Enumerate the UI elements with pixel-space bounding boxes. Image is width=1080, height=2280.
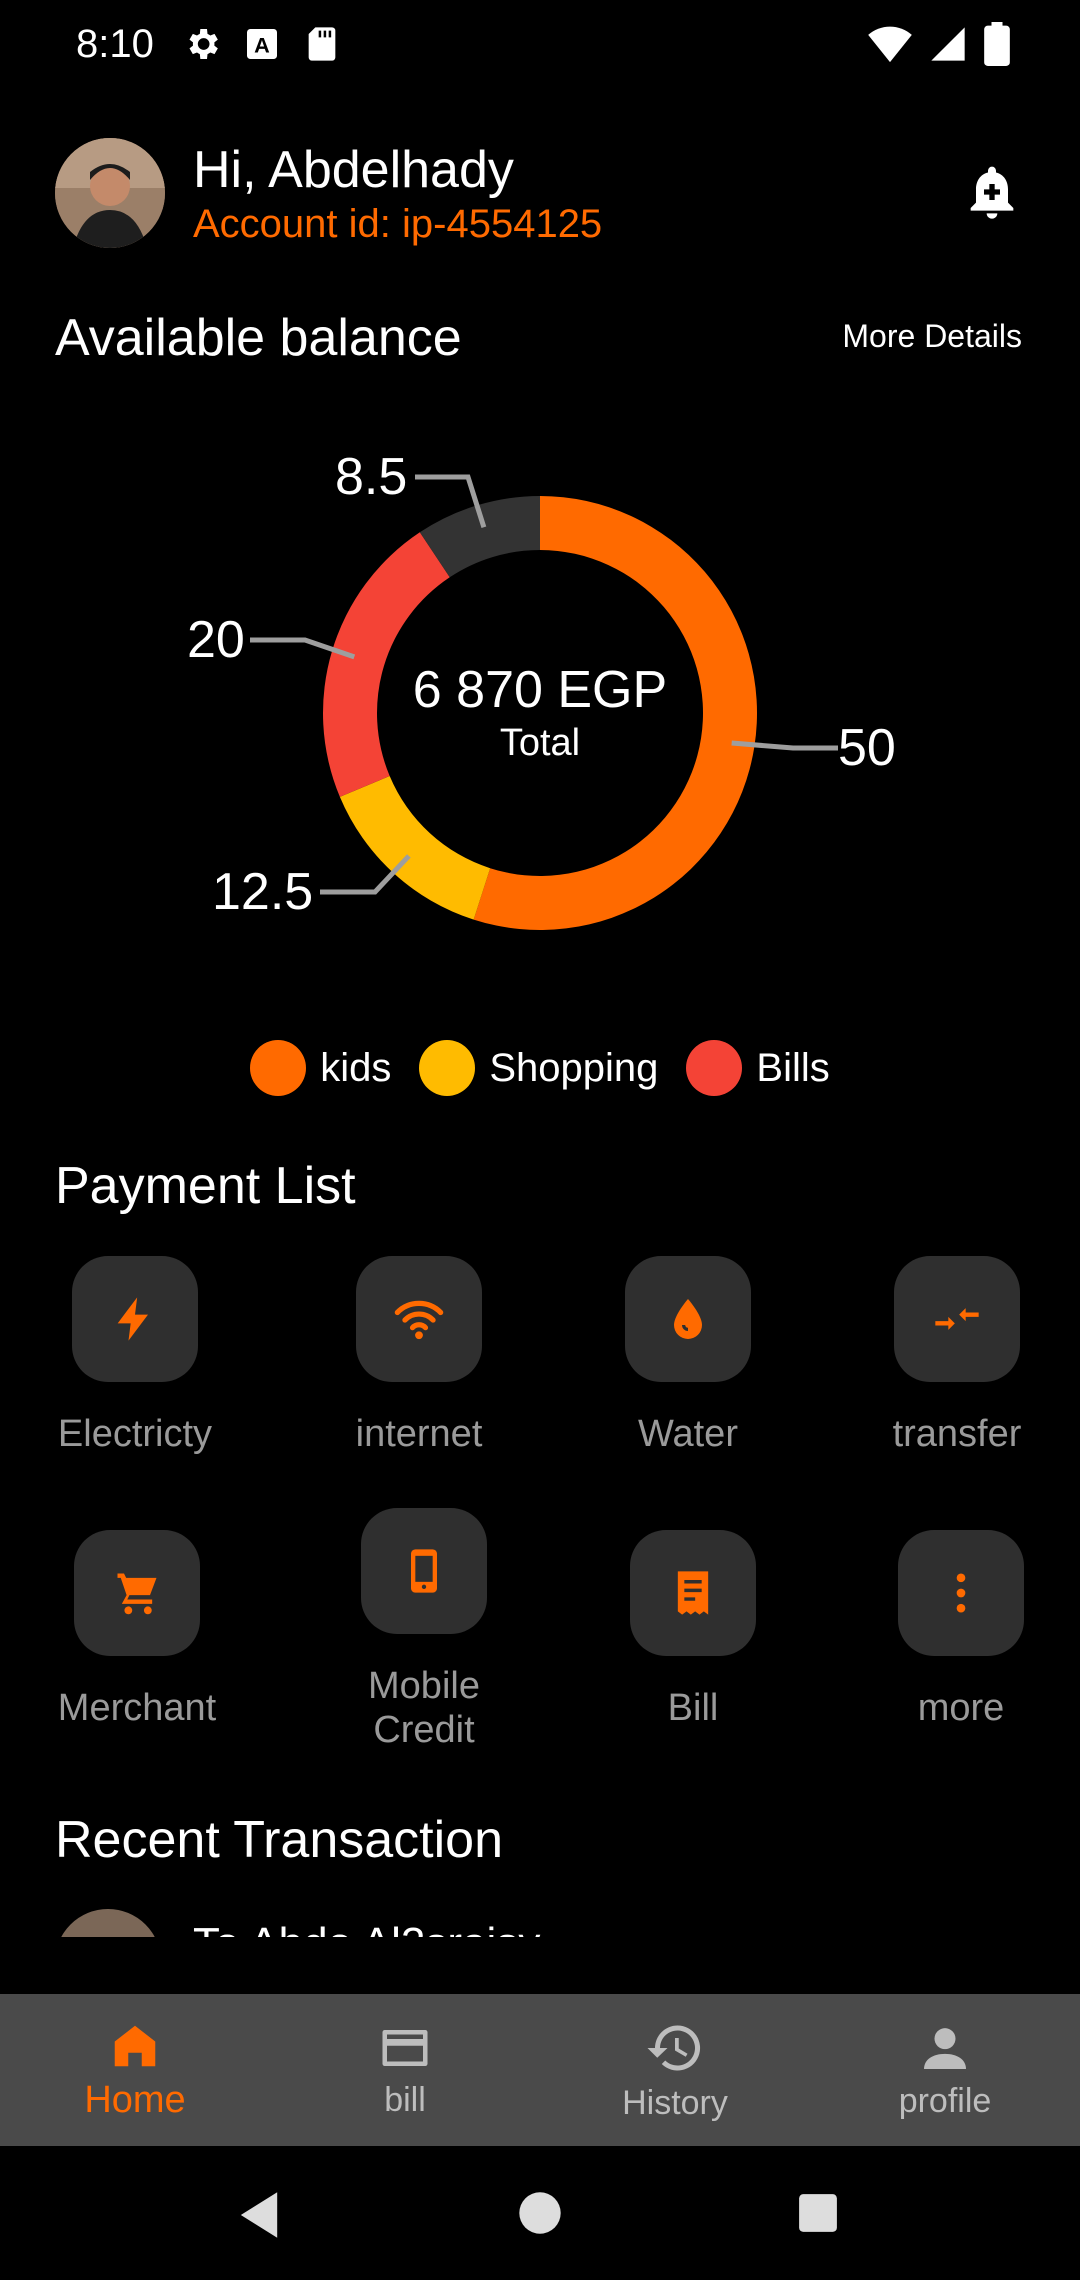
battery-icon (984, 22, 1010, 66)
merchant-button[interactable] (74, 1530, 200, 1656)
receipt-icon (677, 1571, 709, 1615)
balance-amount: 6 870 EGP (412, 661, 668, 719)
transfer-icon (935, 1308, 979, 1330)
chart-value-label: 12.5 (212, 863, 314, 921)
credit-card-icon (382, 2029, 428, 2066)
nav-label: Home (84, 2078, 186, 2121)
nav-history[interactable]: History (540, 1994, 810, 2146)
legend-label: Shopping (489, 1045, 659, 1090)
pay-label: Merchant (57, 1687, 217, 1729)
electricity-button[interactable] (72, 1256, 198, 1382)
balance-total-label: Total (499, 722, 581, 764)
user-avatar[interactable] (55, 138, 165, 248)
pay-label: more (917, 1687, 1005, 1729)
bolt-icon (117, 1297, 148, 1341)
recents-icon[interactable] (797, 2192, 839, 2234)
greeting-text: Hi, Abdelhady (193, 141, 514, 199)
balance-title: Available balance (55, 309, 462, 367)
signal-icon (931, 27, 965, 61)
pay-electricity[interactable]: Electricty (35, 1256, 235, 1456)
nav-profile[interactable]: profile (810, 1994, 1080, 2146)
payment-list-title: Payment List (55, 1157, 356, 1215)
more-vert-icon (956, 1573, 966, 1613)
bill-button[interactable] (630, 1530, 756, 1656)
pay-merchant[interactable]: Merchant (37, 1530, 237, 1730)
more-button[interactable] (898, 1530, 1024, 1656)
add-notification-icon[interactable] (960, 160, 1024, 224)
account-id: Account id: ip-4554125 (193, 202, 603, 246)
internet-button[interactable] (356, 1256, 482, 1382)
transaction-name: To Abdo Al3sraisy (193, 1919, 540, 1937)
pay-label: internet (355, 1413, 483, 1455)
water-button[interactable] (625, 1256, 751, 1382)
legend-dot (419, 1040, 476, 1096)
pay-label: Electricty (57, 1413, 213, 1455)
balance-donut-chart (250, 474, 838, 931)
chart-value-label: 8.5 (335, 448, 408, 506)
person-icon (924, 2027, 966, 2069)
pay-label: Mobile Credit (368, 1665, 480, 1751)
pay-label: transfer (892, 1413, 1022, 1455)
pay-bill[interactable]: Bill (593, 1530, 793, 1730)
legend-dot (250, 1040, 307, 1096)
pay-mobile-credit[interactable]: Mobile Credit (324, 1508, 524, 1752)
transfer-button[interactable] (894, 1256, 1020, 1382)
home-icon (114, 2025, 156, 2066)
phone-icon (411, 1549, 437, 1593)
more-details-link[interactable]: More Details (842, 318, 1022, 355)
legend-item-bills: Bills (686, 1040, 830, 1096)
bottom-navigation: Home bill History profile (0, 1994, 1080, 2146)
settings-icon (189, 29, 218, 59)
pay-transfer[interactable]: transfer (857, 1256, 1057, 1456)
transaction-avatar (55, 1909, 161, 1937)
legend-label: Bills (756, 1045, 830, 1090)
nav-home[interactable]: Home (0, 1994, 270, 2146)
wifi-icon (394, 1300, 444, 1340)
chart-value-label: 50 (838, 719, 896, 777)
sd-card-icon (308, 27, 336, 61)
pay-label: Water (638, 1413, 738, 1455)
back-icon[interactable] (236, 2190, 282, 2240)
nav-bill[interactable]: bill (270, 1994, 540, 2146)
nav-label: bill (384, 2080, 426, 2119)
chart-legend: kids Shopping Bills (0, 1040, 1080, 1096)
nav-label: profile (898, 2081, 992, 2120)
pay-more[interactable]: more (861, 1530, 1061, 1730)
legend-dot (686, 1040, 743, 1096)
mobile-credit-button[interactable] (361, 1508, 487, 1634)
font-icon: A (247, 29, 277, 59)
pay-water[interactable]: Water (588, 1256, 788, 1456)
pay-internet[interactable]: internet (319, 1256, 519, 1456)
home-circle-icon[interactable] (517, 2190, 563, 2236)
water-drop-icon (674, 1299, 702, 1339)
history-icon (647, 2024, 701, 2070)
status-time: 8:10 (76, 22, 154, 66)
recent-transaction-list[interactable]: To Abdo Al3sraisy (0, 1905, 1080, 1937)
pay-label: Bill (667, 1687, 719, 1729)
cart-icon (117, 1573, 157, 1615)
chart-value-label: 20 (187, 611, 245, 669)
legend-label: kids (320, 1045, 392, 1090)
nav-label: History (622, 2083, 728, 2122)
legend-item-shopping: Shopping (419, 1040, 658, 1096)
status-bar: 8:10 A (0, 0, 1080, 90)
recent-transaction-title: Recent Transaction (55, 1811, 504, 1869)
svg-text:A: A (254, 32, 270, 57)
wifi-status-icon (868, 26, 912, 63)
legend-item-kids: kids (250, 1040, 391, 1096)
donut-slice (339, 776, 491, 920)
system-navigation-bar (0, 2146, 1080, 2280)
